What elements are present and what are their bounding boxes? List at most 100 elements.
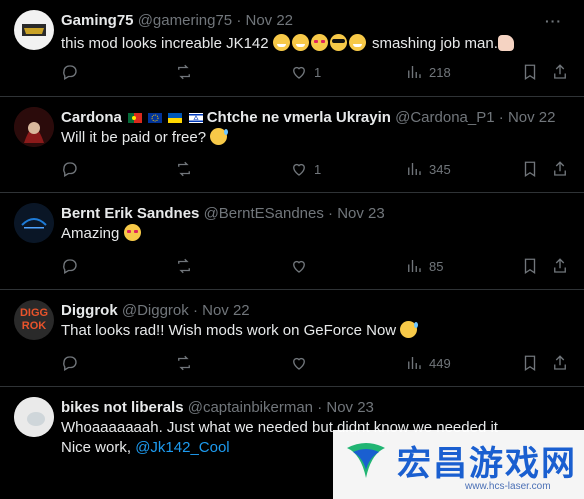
tweet-header: Cardona Chtche ne vmerla Ukrayin @Cardon… [61, 109, 555, 127]
date[interactable]: Nov 22 [508, 109, 556, 126]
tweet-text: That looks rad!! Wish mods work on GeFor… [61, 321, 419, 341]
avatar-logo-text: DIGG ROK [19, 307, 49, 332]
avatar[interactable]: DIGG ROK [14, 300, 54, 340]
eu-flag-icon [148, 113, 163, 123]
display-name[interactable]: Diggrok [61, 302, 118, 319]
tweet-text-main: Will it be paid or free? [61, 129, 207, 146]
views-button[interactable]: 345 [405, 160, 451, 178]
date[interactable]: Nov 23 [326, 399, 374, 416]
more-options-icon[interactable]: ··· [545, 13, 562, 29]
tweet-actions: 1 345 [0, 160, 584, 180]
views-button[interactable]: 85 [405, 257, 443, 275]
grinning-emoji-icon [272, 34, 290, 51]
handle[interactable]: @captainbikerman [188, 399, 313, 416]
display-name-suffix[interactable]: Chtche ne vmerla Ukrayin [207, 109, 391, 126]
retweet-button[interactable] [175, 63, 193, 81]
israel-flag-icon [188, 113, 203, 123]
tweet-header: Diggrok @Diggrok · Nov 22 [61, 302, 250, 320]
view-count: 449 [429, 355, 451, 371]
handle[interactable]: @BerntESandnes [204, 205, 324, 222]
tweet-text: Amazing [61, 224, 143, 244]
divider [0, 386, 584, 387]
separator: · [236, 12, 242, 29]
portugal-flag-icon [128, 113, 143, 123]
reply-icon [63, 65, 77, 80]
tweet-text-end: smashing job man. [371, 35, 498, 52]
reply-icon [63, 259, 77, 274]
date[interactable]: Nov 22 [202, 302, 250, 319]
share-icon [554, 64, 566, 79]
date[interactable]: Nov 22 [246, 12, 294, 29]
avatar[interactable] [14, 10, 54, 50]
views-button[interactable]: 218 [405, 63, 451, 81]
reply-button[interactable] [61, 354, 79, 372]
share-icon [554, 161, 566, 176]
display-name[interactable]: Gaming75 [61, 12, 134, 29]
like-button[interactable] [290, 354, 308, 372]
bookmark-button[interactable] [521, 354, 539, 372]
share-button[interactable] [551, 160, 569, 178]
heart-icon [293, 260, 305, 273]
handle[interactable]: @Cardona_P1 [395, 109, 494, 126]
bookmark-button[interactable] [521, 63, 539, 81]
bookmark-icon [524, 161, 536, 178]
reply-button[interactable] [61, 160, 79, 178]
bird-avatar-icon [14, 397, 54, 437]
heart-eyes-emoji-icon [123, 224, 141, 241]
like-button[interactable]: 1 [290, 63, 321, 81]
display-name[interactable]: Cardona [61, 109, 122, 126]
like-button[interactable] [290, 257, 308, 275]
bookmark-button[interactable] [521, 257, 539, 275]
watermark: 宏昌游戏网 www.hcs-laser.com [333, 430, 584, 499]
avatar[interactable] [14, 107, 54, 147]
separator: · [328, 205, 334, 222]
handle[interactable]: @gamering75 [138, 12, 232, 29]
blue-logo-avatar-icon [14, 203, 54, 243]
separator: · [498, 109, 504, 126]
heart-icon [293, 163, 305, 176]
retweet-button[interactable] [175, 257, 193, 275]
display-name[interactable]: Bernt Erik Sandnes [61, 205, 199, 222]
display-name[interactable]: bikes not liberals [61, 399, 184, 416]
mention-link[interactable]: @Jk142_Cool [135, 439, 229, 456]
bookmark-button[interactable] [521, 160, 539, 178]
views-chart-icon [408, 260, 421, 272]
sweat-smile-emoji-icon [210, 128, 229, 145]
views-button[interactable]: 449 [405, 354, 451, 372]
divider [0, 192, 584, 193]
share-button[interactable] [551, 63, 569, 81]
reply-button[interactable] [61, 63, 79, 81]
separator: · [192, 302, 198, 319]
share-button[interactable] [551, 257, 569, 275]
separator: · [317, 399, 323, 416]
retweet-icon [178, 258, 190, 274]
tweet-text: Will it be paid or free? [61, 128, 229, 148]
retweet-icon [178, 355, 190, 371]
share-icon [554, 355, 566, 370]
sunglasses-emoji-icon [329, 34, 347, 51]
avatar[interactable] [14, 397, 54, 437]
divider [0, 96, 584, 97]
like-button[interactable]: 1 [290, 160, 321, 178]
retweet-button[interactable] [175, 160, 193, 178]
view-count: 345 [429, 161, 451, 177]
tweet-actions: 449 [0, 354, 584, 374]
avatar[interactable] [14, 203, 54, 243]
like-count: 1 [314, 161, 322, 177]
tweet-header: Bernt Erik Sandnes @BerntESandnes · Nov … [61, 205, 385, 223]
watermark-url: www.hcs-laser.com [465, 481, 551, 492]
smiley-emoji-icon [348, 34, 366, 51]
watermark-title: 宏昌游戏网 [397, 445, 577, 483]
bookmark-icon [524, 355, 536, 372]
retweet-icon [178, 64, 190, 80]
tweet-text-main: this mod looks increable JK142 [61, 35, 269, 52]
reply-button[interactable] [61, 257, 79, 275]
date[interactable]: Nov 23 [337, 205, 385, 222]
share-button[interactable] [551, 354, 569, 372]
reply-icon [63, 356, 77, 371]
handle[interactable]: @Diggrok [122, 302, 189, 319]
ukraine-flag-icon [168, 113, 183, 123]
tweet-actions: 1 218 [0, 63, 584, 83]
tweet-text: this mod looks increable JK142 smashing … [61, 34, 514, 54]
retweet-button[interactable] [175, 354, 193, 372]
